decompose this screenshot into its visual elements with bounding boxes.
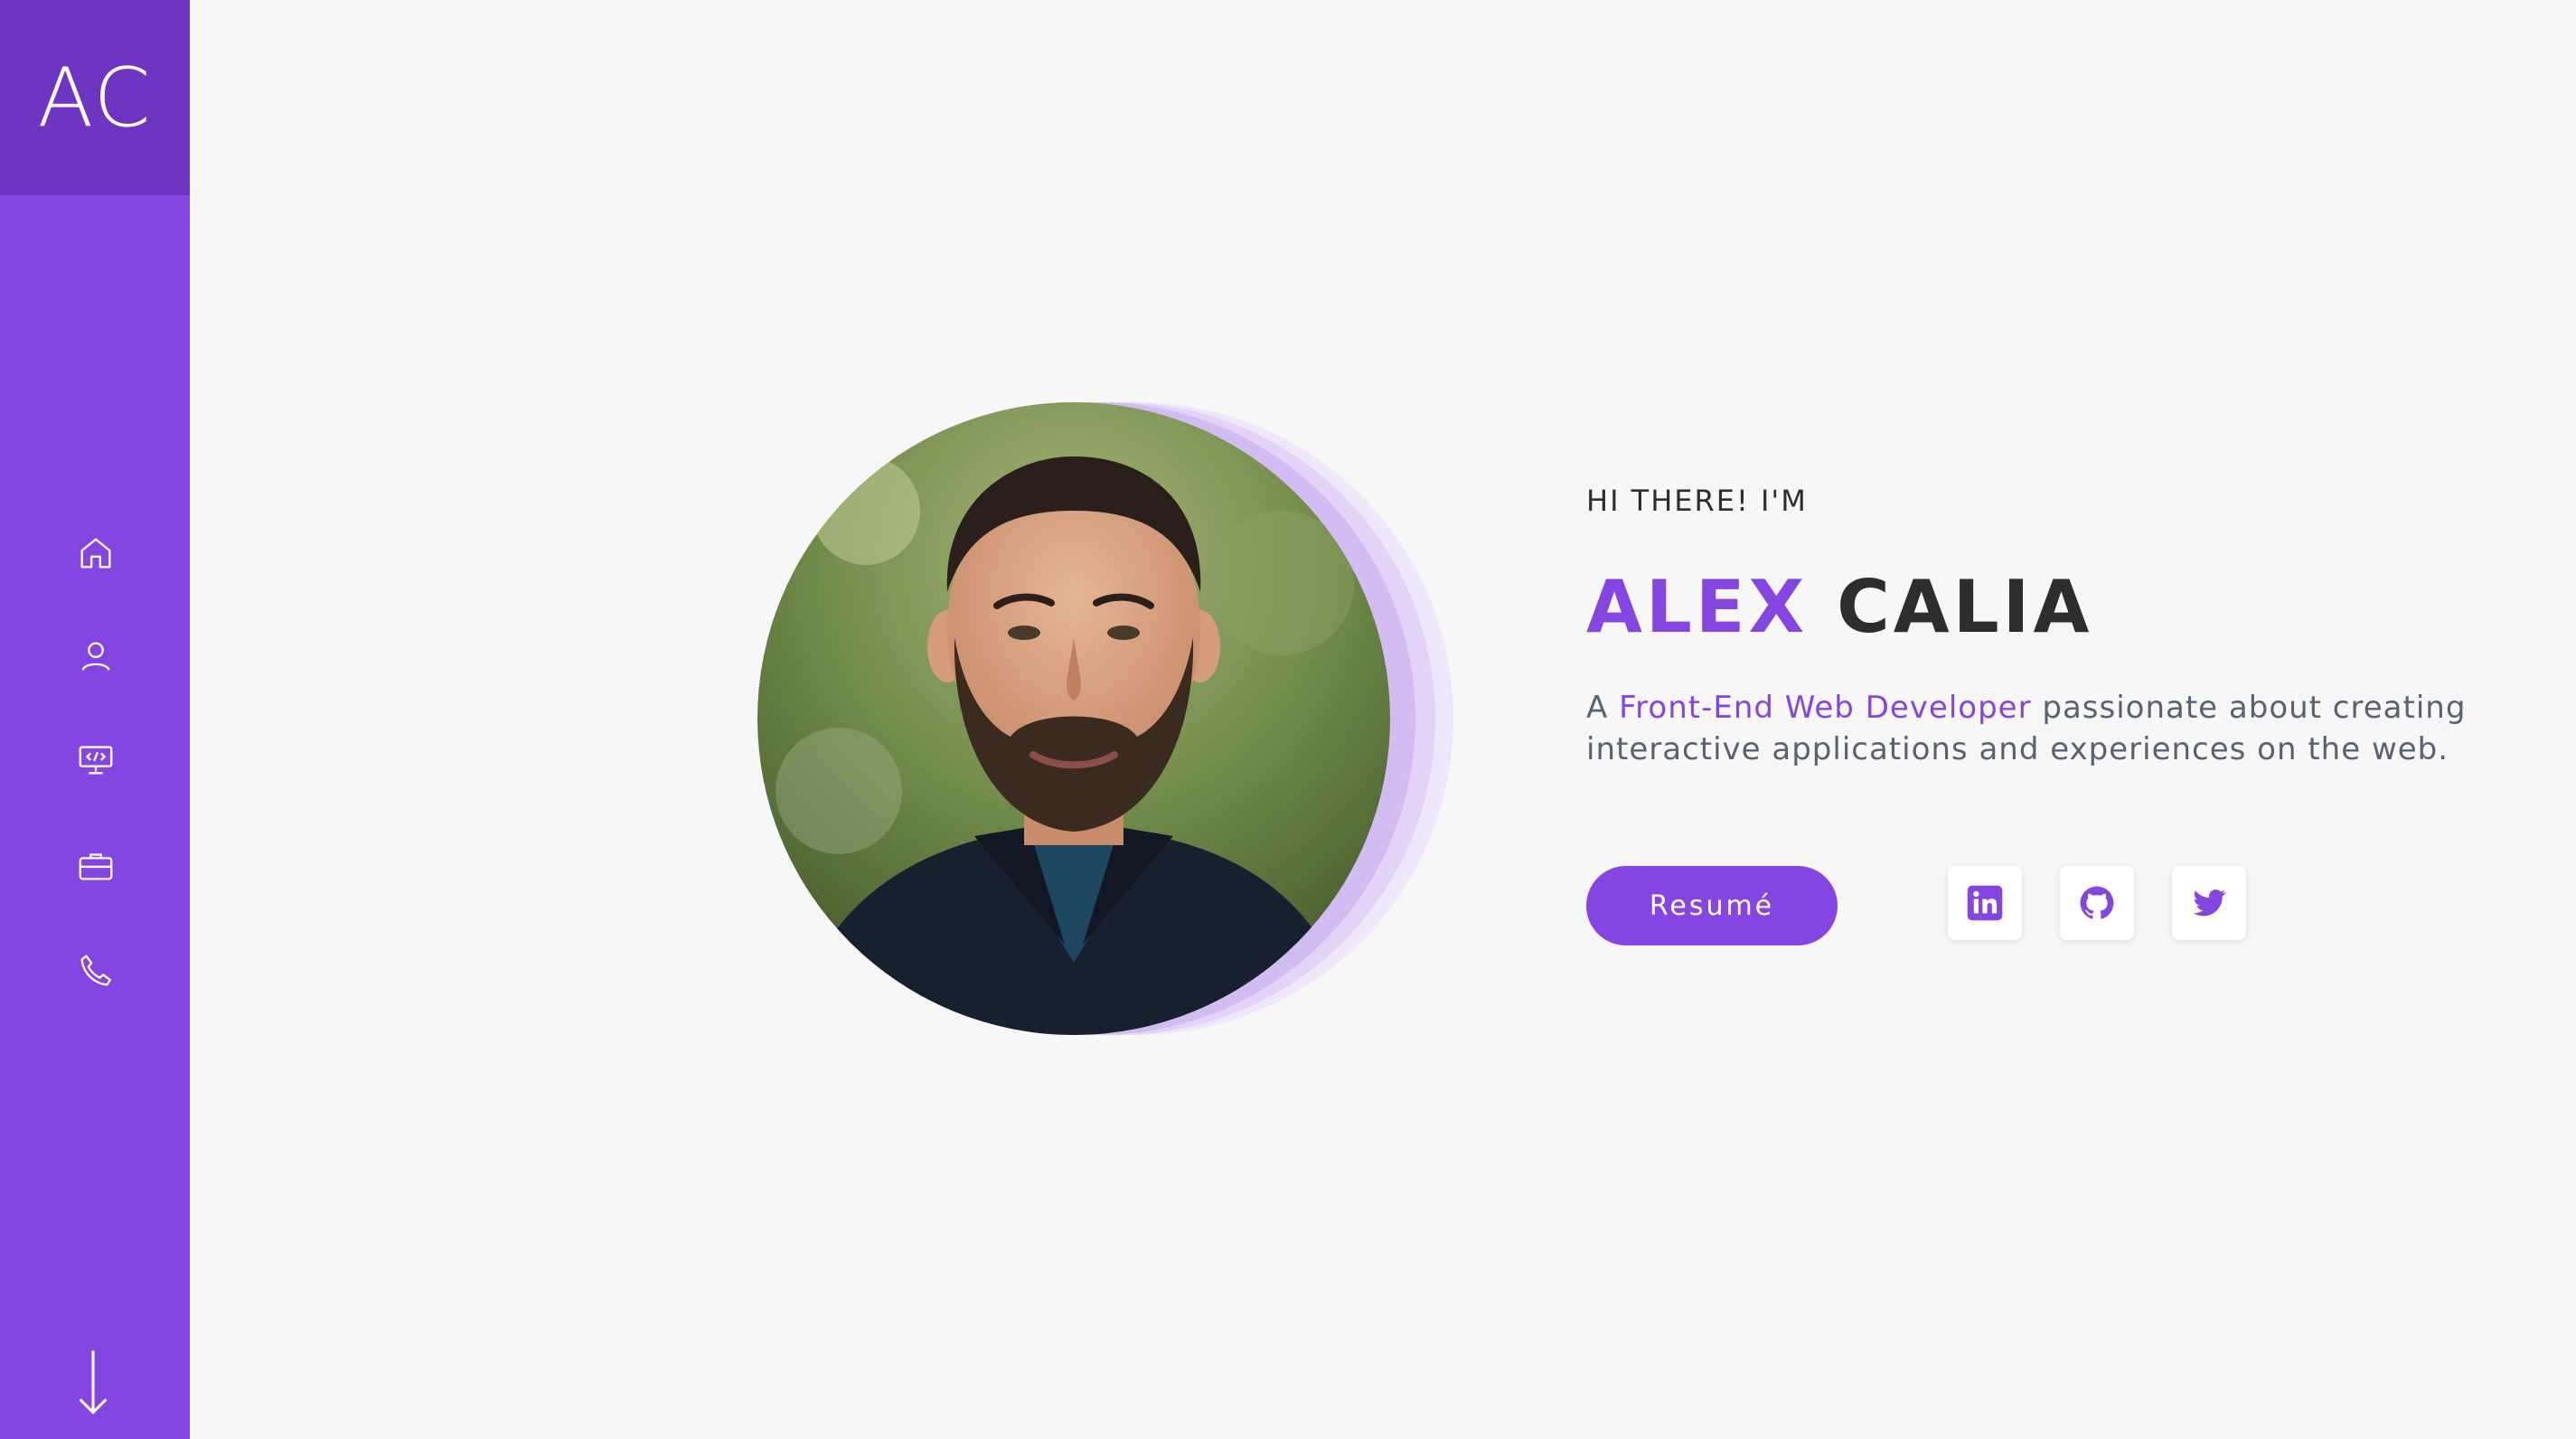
hero-section: HI THERE! I'M ALEX CALIA A Front-End Web… bbox=[190, 0, 2576, 1439]
briefcase-icon bbox=[79, 853, 113, 880]
logo[interactable]: AC bbox=[0, 0, 190, 195]
last-name: CALIA bbox=[1837, 565, 2093, 649]
twitter-icon bbox=[2193, 889, 2226, 917]
github-icon bbox=[2080, 886, 2114, 919]
twitter-link[interactable] bbox=[2172, 866, 2246, 940]
nav-home[interactable] bbox=[72, 530, 119, 577]
resume-button[interactable]: Resumé bbox=[1586, 866, 1838, 945]
nav-experience[interactable] bbox=[72, 842, 119, 889]
hero-actions: Resumé bbox=[1586, 866, 2490, 956]
github-link[interactable] bbox=[2060, 866, 2134, 940]
profile-photo bbox=[757, 402, 1390, 1035]
greeting: HI THERE! I'M bbox=[1586, 484, 1808, 518]
linkedin-link[interactable] bbox=[1948, 866, 2022, 940]
nav-about[interactable] bbox=[72, 633, 119, 680]
portrait bbox=[757, 402, 1462, 1037]
tagline-prefix: A bbox=[1586, 690, 1620, 726]
nav-projects[interactable] bbox=[72, 736, 119, 783]
nav-contact[interactable] bbox=[72, 947, 119, 994]
page-title: ALEX CALIA bbox=[1586, 565, 2092, 649]
home-icon bbox=[80, 538, 111, 569]
logo-text: AC bbox=[37, 50, 153, 146]
intro: HI THERE! I'M ALEX CALIA A Front-End Web… bbox=[1586, 484, 2490, 945]
sidebar: AC bbox=[0, 0, 190, 1439]
tagline: A Front-End Web Developer passionate abo… bbox=[1586, 687, 2490, 770]
linkedin-icon bbox=[1967, 885, 2003, 921]
user-icon bbox=[81, 642, 110, 671]
tagline-highlight: Front-End Web Developer bbox=[1619, 690, 2032, 726]
phone-icon bbox=[80, 955, 112, 986]
code-monitor-icon bbox=[79, 746, 113, 775]
arrow-down-icon[interactable] bbox=[72, 1347, 114, 1419]
first-name: ALEX bbox=[1586, 565, 1809, 649]
